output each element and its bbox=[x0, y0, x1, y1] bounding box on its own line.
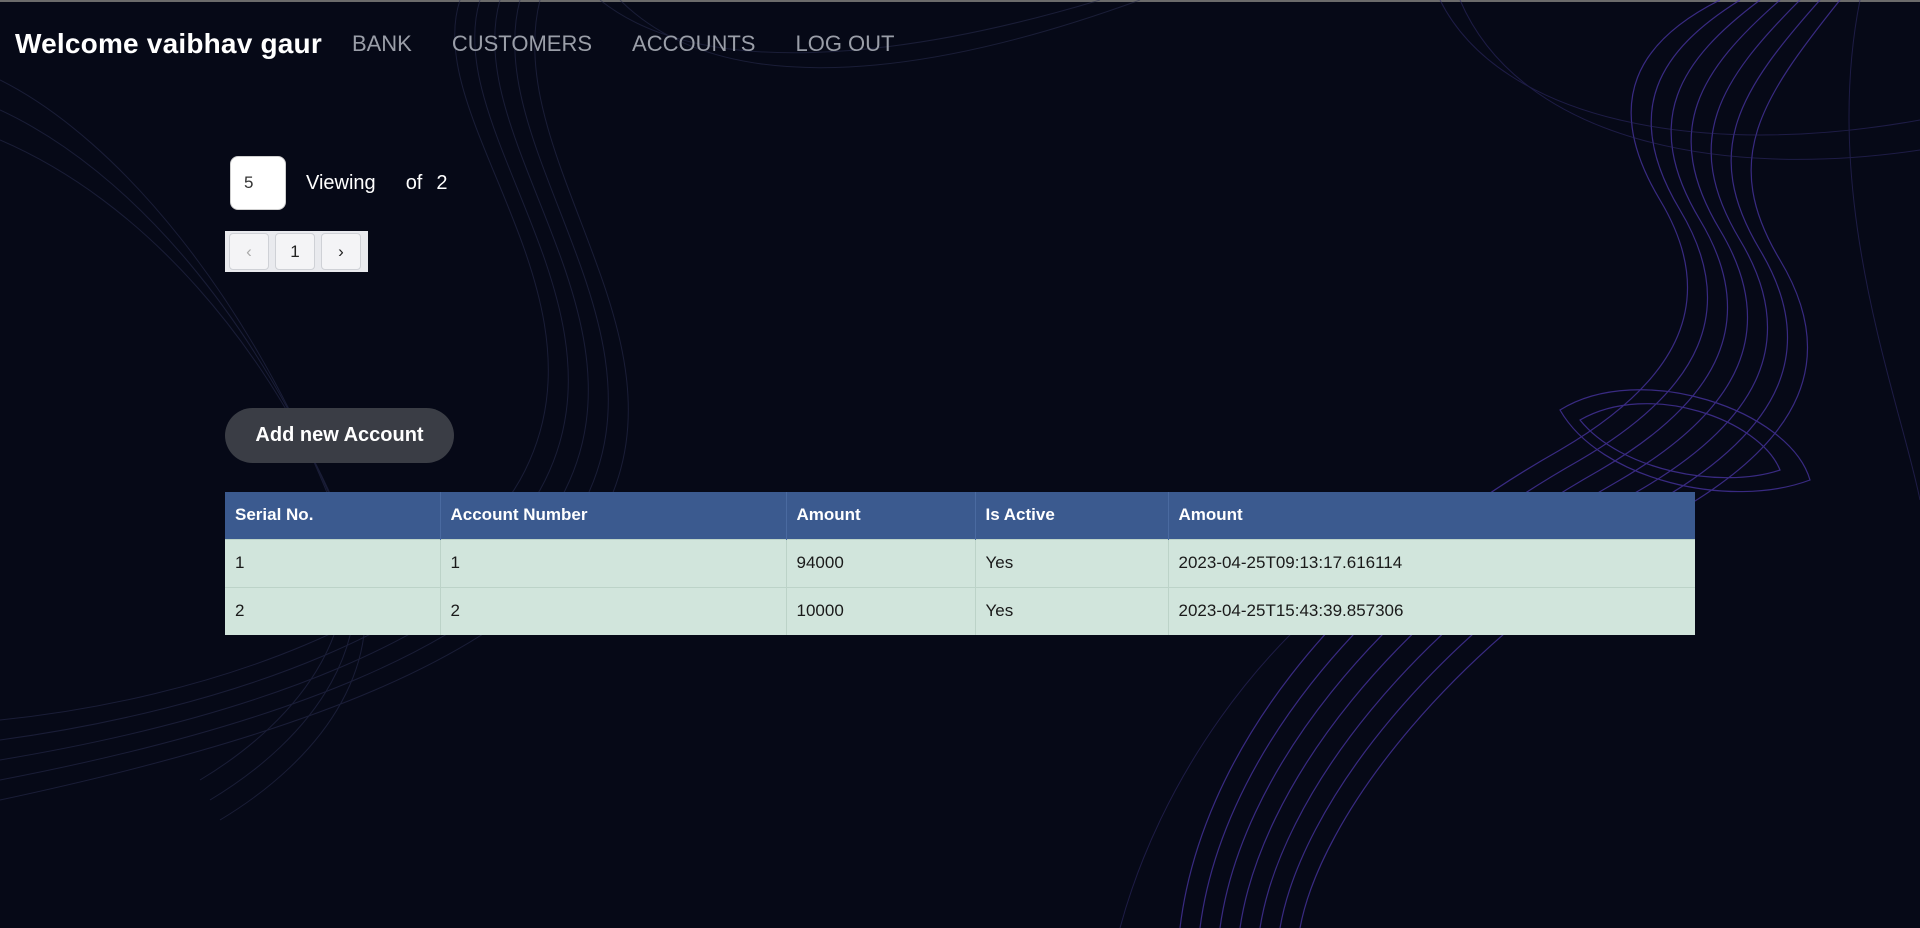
top-navbar: Welcome vaibhav gaur BANK CUSTOMERS ACCO… bbox=[15, 24, 935, 64]
window-top-border bbox=[0, 0, 1920, 2]
table-row: 1 1 94000 Yes 2023-04-25T09:13:17.616114 bbox=[225, 539, 1695, 587]
cell-is-active: Yes bbox=[975, 539, 1169, 587]
add-account-button[interactable]: Add new Account bbox=[225, 408, 454, 463]
viewing-summary: Viewing of 2 bbox=[306, 172, 448, 195]
nav-bank[interactable]: BANK bbox=[352, 31, 412, 57]
prev-page-button[interactable]: ‹ bbox=[229, 233, 269, 270]
chevron-right-icon: › bbox=[338, 241, 344, 261]
accounts-table: Serial No. Account Number Amount Is Acti… bbox=[225, 492, 1695, 635]
welcome-title: Welcome vaibhav gaur bbox=[15, 28, 322, 59]
cell-serial-no: 1 bbox=[225, 539, 441, 587]
of-label: of bbox=[405, 172, 423, 194]
page-size-input[interactable] bbox=[230, 156, 286, 210]
wave-background bbox=[0, 0, 1920, 928]
cell-amount: 94000 bbox=[786, 539, 976, 587]
current-page-number: 1 bbox=[290, 241, 300, 261]
cell-serial-no: 2 bbox=[225, 587, 441, 635]
table-header-row: Serial No. Account Number Amount Is Acti… bbox=[225, 492, 1695, 539]
nav-accounts[interactable]: ACCOUNTS bbox=[632, 31, 755, 57]
total-count: 2 bbox=[436, 172, 448, 194]
current-page-button[interactable]: 1 bbox=[275, 233, 315, 270]
table-row: 2 2 10000 Yes 2023-04-25T15:43:39.857306 bbox=[225, 587, 1695, 635]
chevron-left-icon: ‹ bbox=[246, 241, 252, 261]
header-account-number: Account Number bbox=[440, 492, 787, 539]
header-amount: Amount bbox=[786, 492, 976, 539]
pagination-controls: ‹ 1 › bbox=[225, 231, 368, 272]
cell-account-number: 2 bbox=[440, 587, 787, 635]
nav-customers[interactable]: CUSTOMERS bbox=[452, 31, 592, 57]
cell-is-active: Yes bbox=[975, 587, 1169, 635]
cell-amount: 10000 bbox=[786, 587, 976, 635]
cell-account-number: 1 bbox=[440, 539, 787, 587]
header-amount-date: Amount bbox=[1178, 505, 1243, 525]
cell-timestamp: 2023-04-25T09:13:17.616114 bbox=[1178, 553, 1403, 572]
cell-timestamp: 2023-04-25T15:43:39.857306 bbox=[1178, 601, 1404, 621]
viewing-label: Viewing bbox=[306, 172, 376, 194]
header-serial-no: Serial No. bbox=[225, 492, 441, 539]
nav-logout[interactable]: LOG OUT bbox=[795, 31, 894, 57]
header-is-active: Is Active bbox=[975, 492, 1169, 539]
next-page-button[interactable]: › bbox=[321, 233, 361, 270]
